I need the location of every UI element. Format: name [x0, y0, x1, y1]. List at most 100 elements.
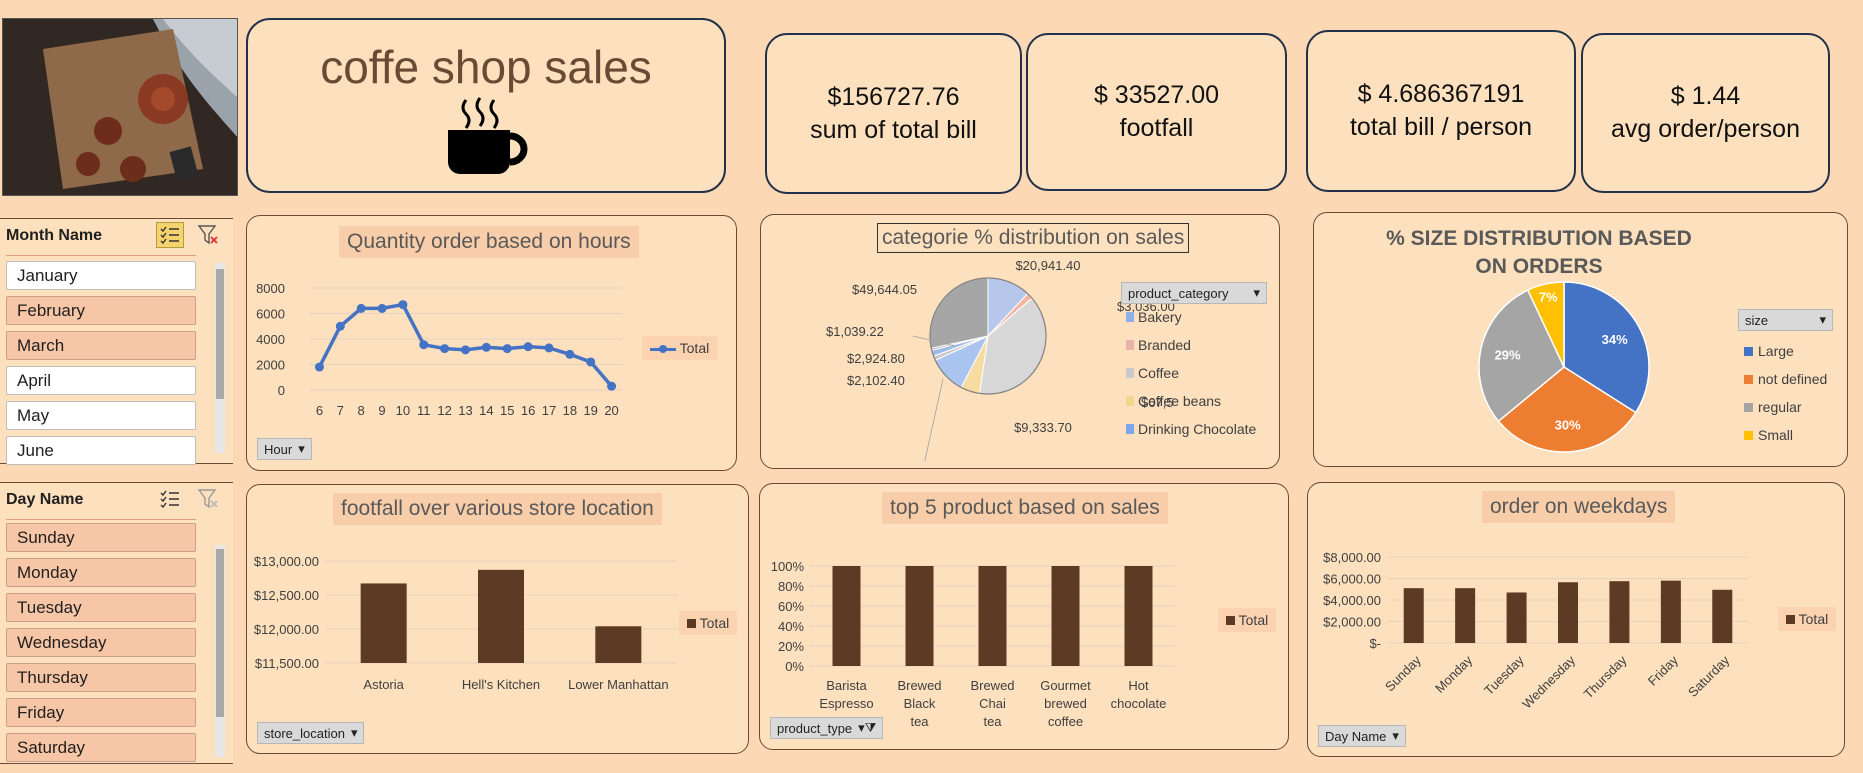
- tick-label: 6000: [256, 307, 285, 322]
- clear-filter-icon[interactable]: [194, 222, 222, 248]
- hour-filter-button[interactable]: Hour ▾: [257, 438, 312, 460]
- slicer-item-thursday[interactable]: Thursday: [6, 663, 196, 692]
- filter-label: store_location: [264, 725, 345, 741]
- category-label: Thursday: [1581, 652, 1630, 701]
- tick-label: 19: [583, 403, 597, 418]
- dropdown-arrow-icon: ▾: [1819, 312, 1826, 327]
- filter-label: size: [1745, 312, 1769, 328]
- weekday-chart-panel: order on weekdays $8,000.00 $6,000.00 $4,0…: [1307, 482, 1845, 757]
- day-scrollbar[interactable]: [215, 545, 225, 757]
- kpi-bill-per-person: $ 4.686367191 total bill / person: [1306, 30, 1576, 192]
- slicer-item-june[interactable]: June: [6, 436, 196, 465]
- clear-filter-icon[interactable]: [194, 486, 222, 512]
- tick-label: 60%: [778, 599, 804, 614]
- data-point: [419, 340, 429, 350]
- legend-label: Coffee beans: [1138, 393, 1222, 409]
- size-chart-panel: % SIZE DISTRIBUTION BASED ON ORDERS 34% 3…: [1313, 212, 1848, 467]
- slicer-item-sunday[interactable]: Sunday: [6, 523, 196, 552]
- chart-title: top 5 product based on sales: [882, 492, 1168, 524]
- legend-swatch: [1744, 375, 1753, 384]
- tick-label: $2,000.00: [1323, 615, 1381, 630]
- legend-label: Total: [679, 340, 710, 356]
- legend-label: Total: [699, 615, 730, 631]
- top5-bar-chart: 100% 80% 60% 40% 20% 0% Barista Espresso Brewed B…: [771, 559, 1175, 729]
- legend-swatch: [1126, 396, 1134, 406]
- legend-item: Branded: [1126, 337, 1191, 353]
- category-chart-panel: categorie % distribution on sales $20,94…: [760, 214, 1280, 469]
- dropdown-arrow-icon: ▾: [298, 441, 305, 456]
- weekday-bar-chart: $8,000.00 $6,000.00 $4,000.00 $2,000.00 $-Su…: [1323, 550, 1748, 712]
- product-category-filter[interactable]: product_category ▾: [1121, 282, 1267, 304]
- month-scrollbar[interactable]: [215, 263, 225, 453]
- slicer-item-march[interactable]: March: [6, 331, 196, 360]
- kpi-label: sum of total bill: [810, 115, 977, 144]
- legend-label: Total: [1238, 612, 1269, 628]
- bar: [595, 626, 642, 663]
- data-point: [502, 344, 512, 354]
- legend-swatch: [1126, 424, 1134, 434]
- category-label: Monday: [1432, 652, 1476, 696]
- legend-swatch: [1744, 431, 1753, 440]
- slicer-item-tuesday[interactable]: Tuesday: [6, 593, 196, 622]
- scroll-thumb[interactable]: [216, 269, 224, 399]
- legend-marker: [1786, 615, 1795, 624]
- slicer-item-monday[interactable]: Monday: [6, 558, 196, 587]
- multi-select-icon[interactable]: [156, 222, 184, 248]
- filter-label: product_category: [1128, 285, 1229, 301]
- size-pie-chart: 34% 30% 29% 7%: [1478, 281, 1650, 453]
- hours-chart-panel: Quantity order based on hours 8000 6000 40…: [246, 215, 737, 471]
- store-location-filter[interactable]: store_location ▾: [257, 722, 365, 744]
- slicer-item-january[interactable]: January: [6, 261, 196, 290]
- chart-title: % SIZE DISTRIBUTION BASED ON ORDERS: [1386, 227, 1692, 278]
- kpi-value: $156727.76: [827, 82, 960, 111]
- legend-label: Coffee: [1138, 365, 1179, 381]
- coffee-cup-icon: [448, 97, 528, 174]
- tick-label: $11,500.00: [255, 656, 319, 671]
- slicer-title: Month Name: [6, 227, 102, 244]
- chart-title: Quantity order based on hours: [339, 226, 639, 258]
- category-label: Tuesday: [1481, 652, 1527, 698]
- scroll-thumb[interactable]: [216, 549, 224, 717]
- tick-label: 6: [316, 403, 323, 418]
- category-label: Lower Manhattan: [568, 677, 668, 692]
- data-point: [607, 381, 617, 391]
- tick-label: 11: [417, 403, 431, 418]
- slicer-item-friday[interactable]: Friday: [6, 698, 196, 727]
- slicer-title: Day Name: [6, 491, 84, 508]
- bar: [478, 569, 524, 663]
- tick-label: 80%: [778, 579, 804, 594]
- pie-slice: [929, 277, 989, 349]
- legend-label: Total: [1798, 611, 1829, 627]
- category-label: Astoria: [363, 677, 404, 692]
- tick-label: 2000: [256, 358, 285, 373]
- slicer-item-saturday[interactable]: Saturday: [6, 733, 196, 762]
- slicer-item-wednesday[interactable]: Wednesday: [6, 628, 196, 657]
- multi-select-icon[interactable]: [156, 486, 184, 512]
- legend-item: not defined: [1744, 371, 1827, 387]
- coffee-photo: [2, 18, 238, 196]
- slicer-item-may[interactable]: May: [6, 401, 196, 430]
- slicer-item-february[interactable]: February: [6, 296, 196, 325]
- product-type-filter[interactable]: product_type ▾⧩: [770, 717, 884, 739]
- size-filter-button[interactable]: size ▾: [1738, 309, 1833, 331]
- bar: [1660, 580, 1681, 643]
- filter-label: product_type: [777, 720, 853, 736]
- category-label: Saturday: [1685, 652, 1733, 700]
- bar: [1712, 589, 1733, 643]
- tick-label: 8: [358, 403, 365, 418]
- day-name-filter[interactable]: Day Name ▾: [1318, 725, 1406, 747]
- tick-label: $12,500.00: [254, 588, 319, 603]
- tick-label: 100%: [771, 559, 805, 574]
- slicer-item-april[interactable]: April: [6, 366, 196, 395]
- legend-swatch: [1126, 312, 1134, 322]
- data-point: [440, 344, 450, 354]
- legend-label: Bakery: [1138, 309, 1182, 325]
- data-label: $9,333.70: [1014, 420, 1072, 435]
- filter-label: Hour: [264, 441, 293, 457]
- kpi-label: total bill / person: [1349, 113, 1533, 141]
- day-slicer: Day Name Sunday Monday Tuesday Wednesday Thu…: [0, 482, 233, 764]
- bar: [1558, 582, 1578, 643]
- data-point: [544, 343, 554, 353]
- chart-title: categorie % distribution on sales: [877, 223, 1190, 253]
- category-pie-chart: $20,941.40$3,036.00$67,572.55$9,333.70$1…: [826, 261, 1175, 461]
